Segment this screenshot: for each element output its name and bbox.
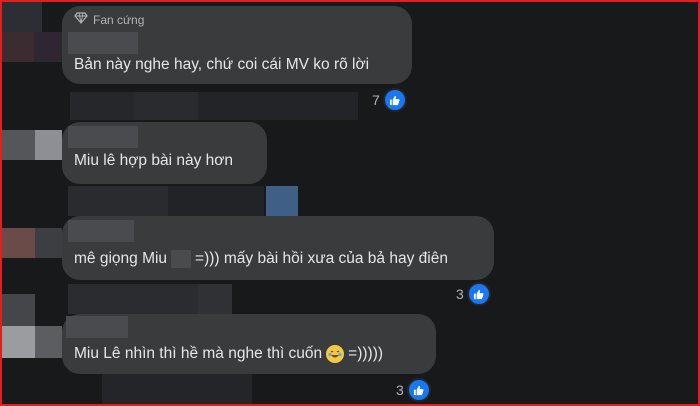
blurred-actions — [68, 186, 168, 216]
like-count: 3 — [456, 286, 464, 302]
comment-bubble: Miu Lê nhìn thì hề mà nghe thì cuốn =)))… — [62, 314, 436, 374]
like-icon — [382, 88, 407, 112]
censored-block — [171, 250, 192, 268]
comment-text: Miu Lê nhìn thì hề mà nghe thì cuốn =)))… — [74, 345, 383, 363]
like-count: 3 — [396, 382, 404, 398]
badge-label: Fan cứng — [93, 12, 145, 27]
reaction-count[interactable]: 3 — [396, 378, 431, 402]
blurred-actions — [168, 186, 264, 216]
blurred-actions — [198, 92, 358, 120]
blurred-avatar — [35, 228, 62, 258]
fan-badge: Fan cứng — [74, 12, 144, 27]
blurred-author-name — [66, 316, 128, 338]
comment-text: Bản này nghe hay, chứ coi cái MV ko rõ l… — [74, 56, 370, 73]
blurred-avatar — [35, 130, 62, 160]
blurred-avatar — [2, 2, 42, 32]
reaction-count[interactable]: 3 — [456, 282, 491, 306]
blurred-author-name — [68, 220, 134, 242]
blurred-avatar — [2, 228, 35, 258]
blurred-actions — [134, 92, 198, 120]
comment-text-part: =))))) — [348, 345, 384, 363]
blurred-actions — [102, 374, 252, 404]
diamond-icon — [74, 12, 88, 27]
blurred-actions — [266, 186, 298, 218]
blurred-actions — [68, 284, 198, 314]
blurred-avatar — [2, 130, 35, 160]
reaction-count[interactable]: 7 — [372, 88, 407, 112]
blurred-actions — [70, 92, 134, 120]
crying-laughing-emoji-icon — [326, 345, 345, 363]
like-icon — [406, 378, 431, 402]
comment-bubble: mê giọng Miu =))) mấy bài hồi xưa của bả … — [62, 216, 494, 280]
like-count: 7 — [372, 92, 380, 108]
comment-text-part: mê giọng Miu — [74, 250, 168, 268]
blurred-author-name — [68, 32, 138, 54]
blurred-author-name — [68, 126, 138, 148]
comment-bubble: Miu lê hợp bài này hơn — [62, 122, 267, 184]
blurred-actions — [198, 284, 232, 314]
blurred-avatar — [35, 326, 62, 358]
blurred-avatar — [2, 32, 34, 62]
comment-bubble: Fan cứng Bản này nghe hay, chứ coi cái M… — [62, 6, 412, 84]
blurred-avatar — [2, 294, 35, 326]
comment-text-part: =))) mấy bài hồi xưa của bả hay điên — [195, 250, 448, 268]
comments-screenshot: Fan cứng Bản này nghe hay, chứ coi cái M… — [0, 0, 700, 406]
comment-text: mê giọng Miu =))) mấy bài hồi xưa của bả … — [74, 250, 448, 268]
comment-text: Miu lê hợp bài này hơn — [74, 152, 234, 169]
comment-text-part: Miu Lê nhìn thì hề mà nghe thì cuốn — [74, 345, 323, 363]
blurred-avatar — [2, 326, 35, 358]
like-icon — [466, 282, 491, 306]
